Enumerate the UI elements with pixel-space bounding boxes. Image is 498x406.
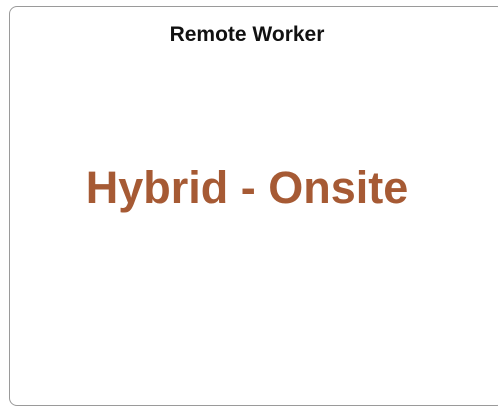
tile-title: Remote Worker [169, 23, 325, 46]
tile-value: Hybrid - Onsite [85, 162, 409, 213]
remote-worker-tile[interactable]: Remote Worker Hybrid - Onsite [9, 6, 498, 406]
